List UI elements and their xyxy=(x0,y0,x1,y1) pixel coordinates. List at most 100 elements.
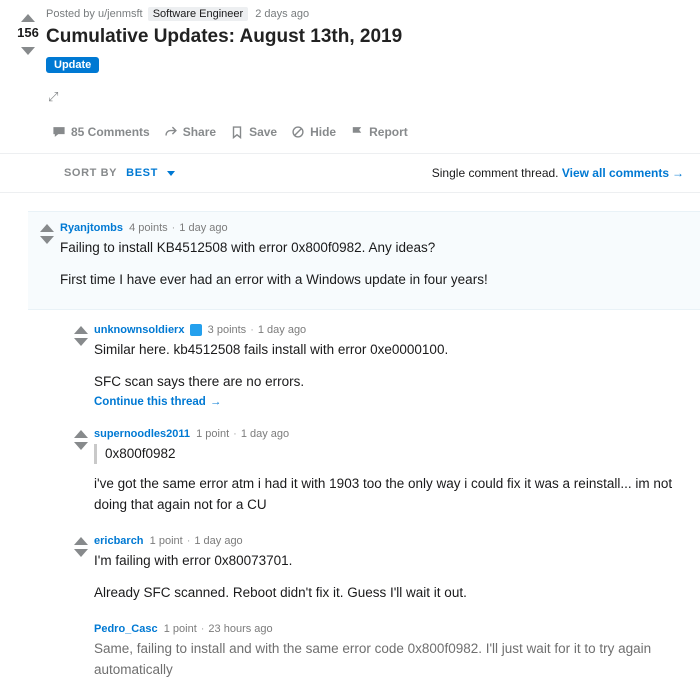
hide-icon xyxy=(291,125,305,139)
flag-icon xyxy=(350,125,364,139)
comment-paragraph: I'm failing with error 0x80073701. xyxy=(94,551,684,571)
chevron-down-icon xyxy=(167,171,175,176)
comment-age: 1 day ago xyxy=(179,222,227,234)
sort-dropdown[interactable]: BEST xyxy=(126,167,174,179)
post-title[interactable]: Cumulative Updates: August 13th, 2019 xyxy=(46,26,680,48)
upvote-icon[interactable] xyxy=(74,537,88,545)
comment-author[interactable]: unknownsoldierx xyxy=(94,324,184,336)
comment-body: Ryanjtombs 4 points·1 day ago Failing to… xyxy=(60,222,684,291)
comment-reply: Pedro_Casc 1 point·23 hours ago Same, fa… xyxy=(68,617,700,680)
save-button[interactable]: Save xyxy=(224,121,283,143)
comment-text: Failing to install KB4512508 with error … xyxy=(60,238,684,291)
comment-paragraph: Similar here. kb4512508 fails install wi… xyxy=(94,340,684,360)
continue-thread-link[interactable]: Continue this thread → xyxy=(94,396,221,408)
upvote-icon[interactable] xyxy=(21,14,35,22)
post: 156 Posted by u/jenmsft Software Enginee… xyxy=(0,0,700,154)
comment-tagline: supernoodles2011 1 point·1 day ago xyxy=(94,428,684,440)
view-all-comments-link[interactable]: View all comments→ xyxy=(562,166,684,180)
comment-reply: unknownsoldierx 3 points·1 day ago Simil… xyxy=(68,318,700,423)
report-label: Report xyxy=(369,125,408,139)
comment-points: 1 point xyxy=(196,428,229,440)
comment-quote: 0x800f0982 xyxy=(94,444,684,464)
sort-control: SORT BY BEST xyxy=(64,167,175,179)
post-tagline: Posted by u/jenmsft Software Engineer 2 … xyxy=(46,8,680,20)
downvote-icon[interactable] xyxy=(74,442,88,450)
thread-notice-text: Single comment thread. xyxy=(432,166,559,180)
comment-age: 23 hours ago xyxy=(208,623,272,635)
hide-label: Hide xyxy=(310,125,336,139)
post-score: 156 xyxy=(17,25,39,40)
comment-reply: ericbarch 1 point·1 day ago I'm failing … xyxy=(68,529,700,618)
posted-by-label: Posted by xyxy=(46,8,95,20)
comment-text: I'm failing with error 0x80073701. Alrea… xyxy=(94,551,684,604)
comment-icon xyxy=(52,125,66,139)
comment-author[interactable]: supernoodles2011 xyxy=(94,428,190,440)
comment-body: ericbarch 1 point·1 day ago I'm failing … xyxy=(94,535,684,604)
post-vote-column: 156 xyxy=(10,8,46,143)
comment-tagline: Ryanjtombs 4 points·1 day ago xyxy=(60,222,684,234)
continue-label: Continue this thread xyxy=(94,396,206,408)
author-flair: Software Engineer xyxy=(148,7,249,21)
comment-body: Pedro_Casc 1 point·23 hours ago Same, fa… xyxy=(94,623,684,680)
comment-points: 1 point xyxy=(164,623,197,635)
comment-paragraph: Already SFC scanned. Reboot didn't fix i… xyxy=(94,583,684,603)
comment-vote-column xyxy=(68,535,94,604)
comment-body: unknownsoldierx 3 points·1 day ago Simil… xyxy=(94,324,684,409)
comment-paragraph: First time I have ever had an error with… xyxy=(60,270,684,290)
comment-paragraph: i've got the same error atm i had it wit… xyxy=(94,474,684,515)
arrow-right-icon: → xyxy=(210,396,222,408)
comments-button[interactable]: 85 Comments xyxy=(46,121,156,143)
save-label: Save xyxy=(249,125,277,139)
upvote-icon[interactable] xyxy=(74,326,88,334)
expand-icon[interactable]: ⤢ xyxy=(48,89,58,105)
comment-author[interactable]: Pedro_Casc xyxy=(94,623,158,635)
badge-icon xyxy=(190,324,202,336)
upvote-icon[interactable] xyxy=(74,430,88,438)
post-flair[interactable]: Update xyxy=(46,57,99,73)
comment-vote-column xyxy=(34,222,60,291)
comment-tagline: unknownsoldierx 3 points·1 day ago xyxy=(94,324,684,336)
view-all-label: View all comments xyxy=(562,166,669,180)
post-author[interactable]: u/jenmsft xyxy=(98,8,143,20)
comment-paragraph: Failing to install KB4512508 with error … xyxy=(60,238,684,258)
comment-points: 4 points xyxy=(129,222,168,234)
replies: unknownsoldierx 3 points·1 day ago Simil… xyxy=(68,318,700,680)
comment-author[interactable]: Ryanjtombs xyxy=(60,222,123,234)
sort-value-text: BEST xyxy=(126,167,158,179)
upvote-icon[interactable] xyxy=(40,224,54,232)
share-button[interactable]: Share xyxy=(158,121,222,143)
comment-points: 3 points xyxy=(208,324,247,336)
comment-body: supernoodles2011 1 point·1 day ago 0x800… xyxy=(94,428,684,515)
post-body: Posted by u/jenmsft Software Engineer 2 … xyxy=(46,8,700,143)
sort-by-label: SORT BY xyxy=(64,167,117,179)
thread-notice: Single comment thread. View all comments… xyxy=(432,166,684,180)
downvote-icon[interactable] xyxy=(74,338,88,346)
downvote-icon[interactable] xyxy=(40,236,54,244)
comment-paragraph: SFC scan says there are no errors. xyxy=(94,372,684,392)
post-age: 2 days ago xyxy=(255,8,309,20)
downvote-icon[interactable] xyxy=(21,47,35,55)
arrow-right-icon: → xyxy=(672,166,684,180)
downvote-icon[interactable] xyxy=(74,549,88,557)
comment-age: 1 day ago xyxy=(241,428,289,440)
comment-text: Similar here. kb4512508 fails install wi… xyxy=(94,340,684,393)
share-label: Share xyxy=(183,125,216,139)
comment-top: Ryanjtombs 4 points·1 day ago Failing to… xyxy=(28,211,700,310)
hide-button[interactable]: Hide xyxy=(285,121,342,143)
comment-age: 1 day ago xyxy=(194,535,242,547)
comment-vote-column xyxy=(68,428,94,515)
comment-paragraph: Same, failing to install and with the sa… xyxy=(94,639,684,680)
post-action-bar: 85 Comments Share Save Hide Report xyxy=(46,121,680,143)
comment-text: Same, failing to install and with the sa… xyxy=(94,639,684,680)
report-button[interactable]: Report xyxy=(344,121,414,143)
comment-vote-column xyxy=(68,324,94,409)
comment-tagline: ericbarch 1 point·1 day ago xyxy=(94,535,684,547)
comment-author[interactable]: ericbarch xyxy=(94,535,144,547)
comments-area: Ryanjtombs 4 points·1 day ago Failing to… xyxy=(0,193,700,680)
sort-row: SORT BY BEST Single comment thread. View… xyxy=(0,154,700,193)
comment-tagline: Pedro_Casc 1 point·23 hours ago xyxy=(94,623,684,635)
comment-points: 1 point xyxy=(150,535,183,547)
comment-text: 0x800f0982 i've got the same error atm i… xyxy=(94,444,684,515)
share-icon xyxy=(164,125,178,139)
comments-count: 85 Comments xyxy=(71,125,150,139)
